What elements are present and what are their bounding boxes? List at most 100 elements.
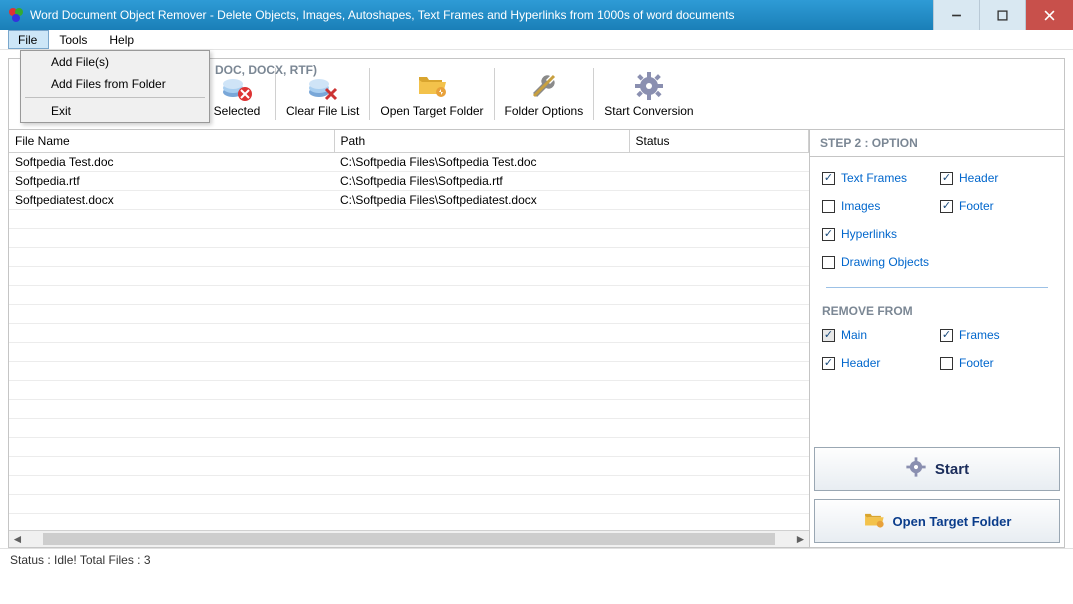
start-button[interactable]: Start	[814, 447, 1060, 491]
chk-rf-header[interactable]: Header	[822, 356, 934, 370]
window-controls	[933, 0, 1073, 30]
cell-path	[334, 495, 629, 514]
horizontal-scrollbar[interactable]: ◄ ►	[9, 530, 809, 547]
title-bar: Word Document Object Remover - Delete Ob…	[0, 0, 1073, 30]
cell-path	[334, 381, 629, 400]
cell-path	[334, 400, 629, 419]
window-title: Word Document Object Remover - Delete Ob…	[30, 8, 933, 22]
cell-file	[9, 400, 334, 419]
cell-file	[9, 267, 334, 286]
cell-status	[629, 324, 809, 343]
col-file-name[interactable]: File Name	[9, 130, 334, 153]
file-table-wrap: File Name Path Status Softpedia Test.doc…	[9, 130, 809, 530]
remove-selected-label: Selected	[214, 104, 261, 118]
scroll-left-icon[interactable]: ◄	[9, 531, 26, 547]
file-list-panel: File Name Path Status Softpedia Test.doc…	[9, 130, 810, 547]
cell-path	[334, 438, 629, 457]
cell-file: Softpedia Test.doc	[9, 153, 334, 172]
table-row[interactable]: Softpedia.rtfC:\Softpedia Files\Softpedi…	[9, 172, 809, 191]
cell-status	[629, 267, 809, 286]
cell-file	[9, 286, 334, 305]
toolbar-separator	[494, 68, 495, 120]
menu-add-folder[interactable]: Add Files from Folder	[21, 73, 209, 95]
cell-path: C:\Softpedia Files\Softpedia.rtf	[334, 172, 629, 191]
open-target-row: Open Target Folder	[810, 495, 1064, 547]
table-row	[9, 305, 809, 324]
open-target-big-label: Open Target Folder	[893, 514, 1012, 529]
table-row[interactable]: Softpedia Test.docC:\Softpedia Files\Sof…	[9, 153, 809, 172]
cell-path: C:\Softpedia Files\Softpediatest.docx	[334, 191, 629, 210]
cell-status	[629, 419, 809, 438]
checkbox-icon	[822, 228, 835, 241]
open-target-label: Open Target Folder	[380, 104, 483, 118]
folder-open-icon	[416, 70, 448, 102]
start-conversion-button[interactable]: Start Conversion	[596, 63, 701, 125]
col-status[interactable]: Status	[629, 130, 809, 153]
table-row	[9, 362, 809, 381]
cell-path	[334, 210, 629, 229]
open-target-folder-big-button[interactable]: Open Target Folder	[814, 499, 1060, 543]
cell-file	[9, 229, 334, 248]
chk-drawing-objects[interactable]: Drawing Objects	[822, 255, 1052, 269]
maximize-button[interactable]	[979, 0, 1025, 30]
gear-icon	[905, 456, 927, 482]
step1-label-fragment: DOC, DOCX, RTF)	[215, 63, 317, 77]
close-button[interactable]	[1025, 0, 1073, 30]
content-area: File Name Path Status Softpedia Test.doc…	[8, 130, 1065, 548]
table-row	[9, 419, 809, 438]
file-menu-dropdown: Add File(s) Add Files from Folder Exit	[20, 50, 210, 123]
chk-rf-footer[interactable]: Footer	[940, 356, 1052, 370]
menu-exit[interactable]: Exit	[21, 100, 209, 122]
scroll-right-icon[interactable]: ►	[792, 531, 809, 547]
remove-from-grid: Main Frames Header Footer	[810, 318, 1064, 384]
table-row	[9, 267, 809, 286]
table-row	[9, 286, 809, 305]
chk-hyperlinks[interactable]: Hyperlinks	[822, 227, 934, 241]
table-row	[9, 248, 809, 267]
status-text: Status : Idle! Total Files : 3	[10, 553, 151, 567]
cell-status	[629, 362, 809, 381]
menu-tools[interactable]: Tools	[49, 30, 99, 49]
scrollbar-thumb[interactable]	[43, 533, 775, 545]
table-row	[9, 457, 809, 476]
folder-options-label: Folder Options	[505, 104, 584, 118]
menu-bar: File Tools Help	[0, 30, 1073, 50]
open-target-folder-button[interactable]: Open Target Folder	[372, 63, 491, 125]
table-row	[9, 514, 809, 531]
cell-status	[629, 495, 809, 514]
cell-status	[629, 381, 809, 400]
chk-text-frames[interactable]: Text Frames	[822, 171, 934, 185]
folder-options-button[interactable]: Folder Options	[497, 63, 592, 125]
table-row	[9, 476, 809, 495]
cell-status	[629, 286, 809, 305]
cell-file	[9, 324, 334, 343]
chk-frames[interactable]: Frames	[940, 328, 1052, 342]
cell-status	[629, 514, 809, 531]
minimize-button[interactable]	[933, 0, 979, 30]
cell-path	[334, 362, 629, 381]
cell-file: Softpedia.rtf	[9, 172, 334, 191]
chk-images[interactable]: Images	[822, 199, 934, 213]
menu-help[interactable]: Help	[99, 30, 146, 49]
checkbox-icon	[822, 200, 835, 213]
cell-path	[334, 286, 629, 305]
chk-footer[interactable]: Footer	[940, 199, 1052, 213]
cell-file	[9, 438, 334, 457]
menu-file[interactable]: File	[8, 30, 49, 49]
toolbar-separator	[369, 68, 370, 120]
table-row[interactable]: Softpediatest.docxC:\Softpedia Files\Sof…	[9, 191, 809, 210]
chk-header[interactable]: Header	[940, 171, 1052, 185]
col-path[interactable]: Path	[334, 130, 629, 153]
file-table: File Name Path Status Softpedia Test.doc…	[9, 130, 809, 530]
cell-file	[9, 343, 334, 362]
cell-path	[334, 248, 629, 267]
start-button-row: Start	[810, 443, 1064, 495]
options-panel: STEP 2 : OPTION Text Frames Header Image…	[810, 130, 1064, 547]
menu-add-files[interactable]: Add File(s)	[21, 51, 209, 73]
cell-status	[629, 153, 809, 172]
chk-main[interactable]: Main	[822, 328, 934, 342]
table-row	[9, 381, 809, 400]
toolbar-separator	[593, 68, 594, 120]
cell-path	[334, 457, 629, 476]
cell-file	[9, 495, 334, 514]
